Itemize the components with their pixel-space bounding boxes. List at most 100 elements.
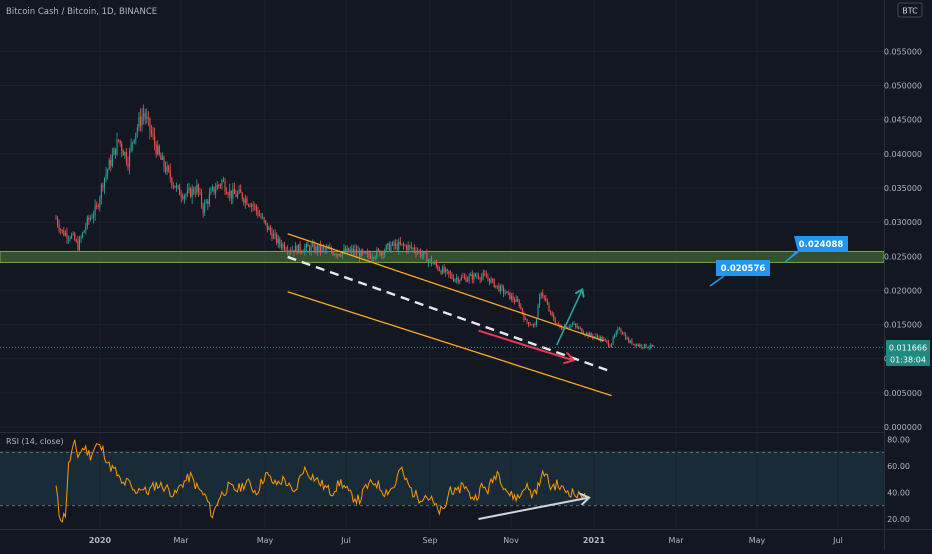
candle-body xyxy=(409,245,411,247)
candle-body xyxy=(241,192,243,200)
candle-body xyxy=(482,273,484,277)
candle-body xyxy=(352,248,354,253)
candle-body xyxy=(335,254,337,256)
candle-body xyxy=(296,245,298,254)
candle-body xyxy=(63,230,65,236)
candle-body xyxy=(449,273,451,275)
candle-body xyxy=(338,254,340,256)
candle-body xyxy=(388,243,390,251)
candle-body xyxy=(302,251,304,253)
candle-body xyxy=(360,250,362,258)
candle-body xyxy=(221,180,223,186)
candle-body xyxy=(268,227,270,230)
price-tick-label: 0.005000 xyxy=(884,389,922,398)
candle-body xyxy=(503,287,505,294)
candle-body xyxy=(272,234,275,239)
candle-body xyxy=(476,276,478,278)
candle-body xyxy=(517,298,519,302)
candle-body xyxy=(460,276,462,280)
candle-body xyxy=(83,230,85,233)
candle-body xyxy=(263,217,265,221)
candle-body xyxy=(391,242,394,246)
candle-body xyxy=(96,205,98,207)
candle-body xyxy=(125,152,127,163)
current-price-value: 0.011666 xyxy=(889,344,927,353)
price-chart-svg[interactable]: 0.055000 0.050000 0.045000 0.040000 0.035000… xyxy=(0,0,932,550)
candle-body xyxy=(399,242,401,245)
candle-body xyxy=(207,201,209,204)
candle-body xyxy=(313,244,315,252)
candle-body xyxy=(625,334,627,340)
candle-body xyxy=(470,274,472,276)
candle-body xyxy=(110,159,112,166)
candle-body xyxy=(105,173,107,178)
candle-body xyxy=(418,250,420,252)
candle-body xyxy=(440,270,442,274)
time-tick-label: Nov xyxy=(503,536,519,545)
candle-body xyxy=(653,345,655,347)
candle-body xyxy=(620,329,622,333)
candle-body xyxy=(133,139,135,143)
candle-body xyxy=(160,154,162,160)
candle-body xyxy=(614,335,616,338)
candle-body xyxy=(204,202,206,213)
candle-body xyxy=(615,331,617,336)
candle-body xyxy=(197,184,199,193)
candle-body xyxy=(467,279,469,282)
candle-body xyxy=(513,299,516,302)
candle-body xyxy=(595,335,597,337)
candle-body xyxy=(180,195,182,197)
candle-body xyxy=(318,245,320,252)
candle-body xyxy=(147,116,149,119)
candle-body xyxy=(393,242,395,246)
candle-body xyxy=(415,250,417,253)
candle-body xyxy=(257,210,259,216)
candle-body xyxy=(319,245,322,251)
candle-body xyxy=(545,297,547,302)
candle-body xyxy=(506,291,508,294)
candle-body xyxy=(274,233,276,235)
candle-body xyxy=(384,250,386,255)
candle-body xyxy=(103,177,106,188)
candle-body xyxy=(269,227,271,232)
candle-body xyxy=(271,231,273,239)
candle-body xyxy=(255,205,257,211)
candle-body xyxy=(247,204,250,206)
candle-body xyxy=(129,150,131,168)
candle-body xyxy=(520,306,522,309)
chart-area[interactable]: 0.055000 0.050000 0.045000 0.040000 0.035000… xyxy=(0,0,932,550)
candle-body xyxy=(78,238,81,250)
candle-body xyxy=(280,244,282,248)
candle-body xyxy=(290,250,292,252)
candle-body xyxy=(551,312,553,316)
candle-body xyxy=(518,301,520,307)
candle-body xyxy=(116,139,118,155)
candle-body xyxy=(152,133,154,136)
candle-body xyxy=(72,233,74,235)
candle-body xyxy=(512,295,514,300)
candle-body xyxy=(488,278,491,283)
candle-body xyxy=(158,145,160,155)
candle-body xyxy=(246,198,248,205)
time-tick-label: May xyxy=(749,536,766,545)
candle-body xyxy=(471,274,473,280)
candle-body xyxy=(188,188,190,191)
candle-body xyxy=(377,249,379,251)
currency-badge[interactable]: BTC xyxy=(897,2,923,18)
price-tick-label: 0.030000 xyxy=(884,218,922,227)
candle-body xyxy=(387,243,389,246)
rsi-tick-label: 60.00 xyxy=(887,462,910,471)
candle-body xyxy=(135,132,137,140)
candle-body xyxy=(568,326,570,328)
candle-body xyxy=(277,238,279,243)
candle-body xyxy=(191,188,193,198)
candle-body xyxy=(282,244,284,248)
time-tick-label: Jul xyxy=(340,536,351,545)
candle-body xyxy=(543,295,545,298)
candle-body xyxy=(60,229,62,231)
candle-body xyxy=(499,285,502,292)
candle-body xyxy=(166,166,168,173)
candle-body xyxy=(118,139,120,141)
candle-body xyxy=(190,188,192,198)
candle-body xyxy=(233,189,235,194)
